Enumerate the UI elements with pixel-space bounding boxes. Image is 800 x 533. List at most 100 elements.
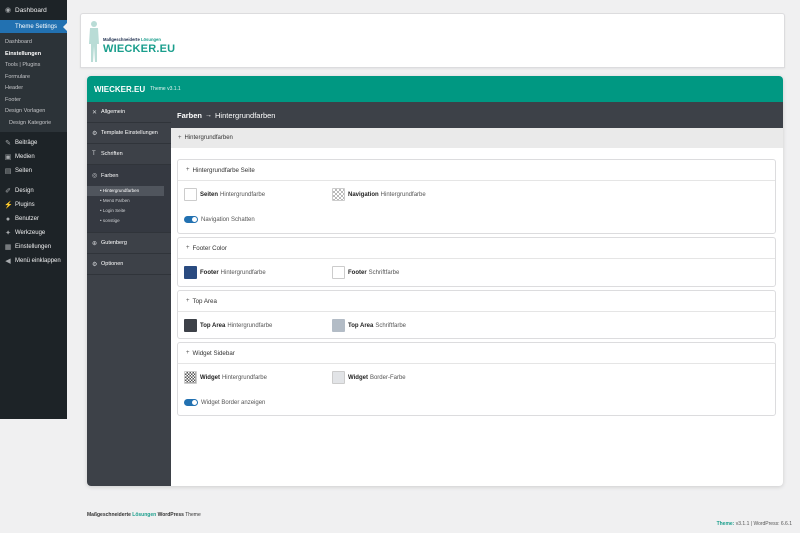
nav-sub-hintergrundfarben[interactable]: • Hintergrundfarben — [87, 186, 164, 196]
box-title[interactable]: + Footer Color — [178, 238, 775, 259]
logo-tagline: Maßgeschneiderte Lösungen — [103, 37, 161, 42]
pin-icon: ✎ — [5, 140, 11, 147]
nav-optionen[interactable]: ⚙ Optionen — [87, 254, 171, 275]
wp-submenu-item[interactable]: Design Kategorie — [0, 118, 67, 130]
settings-icon: ▦ — [4, 244, 12, 251]
nav-label: Farben — [101, 172, 119, 179]
toggle-navigation-schatten[interactable]: Navigation Schatten — [184, 216, 255, 223]
wp-submenu-item[interactable]: Dashboard — [0, 37, 67, 49]
nav-sub-menue-farben[interactable]: • Menü Farben — [87, 196, 164, 206]
box-title[interactable]: + Hintergrundfarbe Seite — [178, 160, 775, 181]
section-subheader: + Hintergrundfarben — [171, 128, 783, 148]
color-picker-toparea-bg[interactable]: Top Area Hintergrundfarbe — [184, 319, 272, 332]
color-picker-seiten[interactable]: Seiten Hintergrundfarbe — [184, 188, 265, 201]
text-icon: T — [92, 151, 96, 157]
nav-farben[interactable]: ◎ Farben — [87, 165, 171, 186]
box-widget-sidebar: + Widget Sidebar Widget Hintergrundfarbe W… — [177, 342, 776, 416]
color-swatch[interactable] — [332, 266, 345, 279]
theme-settings-main: Farben → Hintergrundfarben + Hintergrund… — [171, 102, 783, 486]
wp-submenu-item[interactable]: Tools | Plugins — [0, 60, 67, 72]
plus-icon: + — [178, 135, 182, 141]
wp-submenu-item[interactable]: Einstellungen — [0, 49, 67, 61]
wp-submenu-item[interactable]: Footer — [0, 95, 67, 107]
wp-menu-label: Werkzeuge — [15, 230, 46, 236]
box-title[interactable]: + Top Area — [178, 291, 775, 312]
nav-label: Schriften — [101, 151, 123, 157]
page-icon: ▤ — [4, 168, 12, 175]
nav-label: Optionen — [101, 261, 124, 267]
media-icon: ▣ — [4, 154, 12, 161]
wp-main-menu: ✎ Beiträge ▣ Medien ▤ Seiten ✐ Design ⚡ Plugi… — [0, 132, 67, 268]
color-swatch[interactable] — [332, 319, 345, 332]
toggle-switch[interactable] — [184, 399, 198, 406]
plugin-icon: ⚡ — [4, 202, 13, 209]
wp-menu-label: Medien — [15, 154, 35, 160]
wp-menu-theme-settings[interactable]: Theme Settings — [0, 20, 67, 33]
tools-icon: ✕ — [92, 109, 98, 116]
wp-menu-seiten[interactable]: ▤ Seiten — [0, 164, 67, 178]
nav-gutenberg[interactable]: ⊕ Gutenberg — [87, 233, 171, 254]
wp-admin-sidebar: ◉ Dashboard Theme Settings Dashboard Ein… — [0, 0, 67, 419]
wp-submenu: Dashboard Einstellungen Tools | Plugins … — [0, 33, 67, 132]
dashboard-icon: ◉ — [4, 7, 12, 14]
toggle-switch[interactable] — [184, 216, 198, 223]
nav-template[interactable]: ⚙ Template Einstellungen — [87, 123, 171, 144]
nav-farben-group: ◎ Farben • Hintergrundfarben • Menü Farbe… — [87, 165, 171, 233]
wp-menu-einstellungen[interactable]: ▦ Einstellungen — [0, 240, 67, 254]
color-swatch[interactable] — [332, 188, 345, 201]
breadcrumb-section: Farben — [177, 110, 203, 120]
wp-menu-dashboard-label: Dashboard — [15, 6, 47, 14]
wp-menu-beitraege[interactable]: ✎ Beiträge — [0, 136, 67, 150]
wp-submenu-item[interactable]: Header — [0, 83, 67, 95]
nav-schriften[interactable]: T Schriften — [87, 144, 171, 165]
wp-menu-collapse[interactable]: ◀ Menü einklappen — [0, 254, 67, 268]
color-swatch[interactable] — [184, 188, 197, 201]
wp-menu-benutzer[interactable]: ● Benutzer — [0, 212, 67, 226]
logo-wordmark: WIECKER.EU — [103, 43, 176, 55]
plus-icon: + — [186, 298, 190, 304]
tailor-figure-icon — [89, 21, 99, 62]
breadcrumb: Farben → Hintergrundfarben — [171, 102, 783, 128]
options-icon: ⚙ — [92, 261, 98, 268]
color-picker-footer-bg[interactable]: Footer Hintergrundfarbe — [184, 266, 266, 279]
color-picker-widget-bg[interactable]: Widget Hintergrundfarbe — [184, 371, 267, 384]
wp-submenu-item[interactable]: Formulare — [0, 72, 67, 84]
nav-sub-sonstige[interactable]: • sonstige — [87, 216, 164, 226]
theme-version: Theme v3.1.1 — [150, 86, 181, 92]
box-top-area: + Top Area Top Area Hintergrundfarbe Top A… — [177, 290, 776, 339]
color-picker-toparea-font[interactable]: Top Area Schriftfarbe — [332, 319, 406, 332]
wp-menu-plugins[interactable]: ⚡ Plugins — [0, 198, 67, 212]
wp-submenu-item[interactable]: Design Vorlagen — [0, 106, 67, 118]
color-swatch[interactable] — [332, 371, 345, 384]
box-footer-color: + Footer Color Footer Hintergrundfarbe Foo… — [177, 237, 776, 287]
footer-version: Theme: v3.1.1 | WordPress: 6.6.1 — [716, 521, 792, 527]
user-icon: ● — [5, 215, 11, 223]
plus-icon: + — [186, 245, 190, 251]
wp-menu-medien[interactable]: ▣ Medien — [0, 150, 67, 164]
color-swatch[interactable] — [184, 371, 197, 384]
nav-sub-login-seite[interactable]: • Login Seite — [87, 206, 164, 216]
color-picker-widget-border[interactable]: Widget Border-Farbe — [332, 371, 406, 384]
gear-icon: ⚙ — [92, 130, 98, 137]
toggle-widget-border[interactable]: Widget Border anzeigen — [184, 399, 265, 406]
logo-panel: Maßgeschneiderte Lösungen WIECKER.EU — [80, 13, 785, 68]
nav-allgemein[interactable]: ✕ Allgemein — [87, 102, 171, 123]
gutenberg-icon: ⊕ — [92, 240, 98, 247]
wp-menu-dashboard[interactable]: ◉ Dashboard — [0, 0, 67, 20]
wp-menu-design[interactable]: ✐ Design — [0, 184, 67, 198]
theme-brand: WIECKER.EU — [94, 84, 146, 94]
breadcrumb-current: Hintergrundfarben — [215, 110, 276, 120]
wp-menu-label: Einstellungen — [15, 244, 52, 250]
footer-credit: Maßgeschneiderte Lösungen WordPress Them… — [87, 512, 201, 518]
wrench-icon: ✦ — [5, 230, 11, 237]
wp-menu-werkzeuge[interactable]: ✦ Werkzeuge — [0, 226, 67, 240]
plus-icon: + — [186, 350, 190, 356]
box-title[interactable]: + Widget Sidebar — [178, 343, 775, 364]
color-picker-footer-font[interactable]: Footer Schriftfarbe — [332, 266, 399, 279]
color-picker-navigation[interactable]: Navigation Hintergrundfarbe — [332, 188, 426, 201]
collapse-icon: ◀ — [5, 258, 11, 265]
color-swatch[interactable] — [184, 319, 197, 332]
nav-label: Allgemein — [101, 109, 126, 115]
color-swatch[interactable] — [184, 266, 197, 279]
nav-label: Template Einstellungen — [101, 130, 158, 136]
